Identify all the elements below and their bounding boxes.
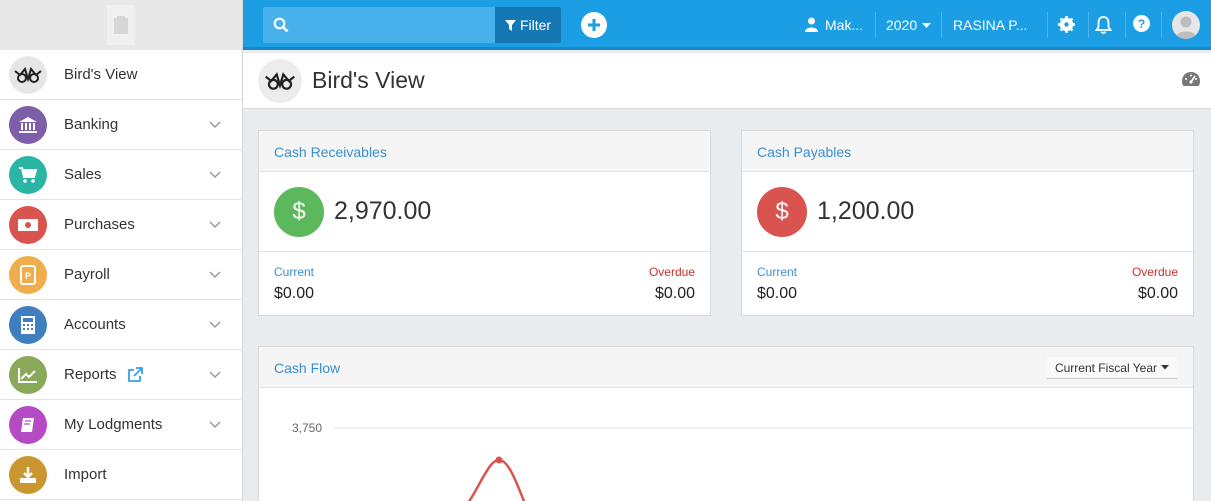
sidebar-item-label: Purchases: [64, 216, 135, 233]
sidebar-item-birds-view[interactable]: Bird's View: [0, 50, 242, 100]
bell-icon[interactable]: [1095, 16, 1112, 34]
money-icon: [9, 205, 47, 244]
chart-icon: [9, 355, 47, 394]
gear-icon[interactable]: [1058, 16, 1075, 33]
cash-receivables-card: Cash Receivables $ 2,970.00 Current Over…: [258, 130, 711, 316]
svg-text:?: ?: [1138, 17, 1145, 31]
sidebar-item-accounts[interactable]: Accounts: [0, 300, 242, 350]
cash-flow-chart: 3,750: [292, 421, 1195, 501]
sidebar-item-label: My Lodgments: [64, 416, 163, 433]
help-icon[interactable]: ?: [1133, 15, 1150, 32]
sidebar-item-my-lodgments[interactable]: My Lodgments: [0, 400, 242, 450]
page-title: Bird's View: [312, 67, 425, 93]
y-tick-label: 3,750: [292, 421, 322, 435]
company-logo-icon: [107, 5, 135, 45]
series-line: [467, 458, 526, 501]
current-label: Current: [757, 265, 798, 279]
sidebar-item-banking[interactable]: Banking: [0, 100, 242, 150]
chevron-down-icon[interactable]: [208, 217, 222, 231]
sidebar-item-import[interactable]: Import: [0, 450, 242, 500]
overdue-value: $0.00: [1137, 285, 1178, 302]
owl-logo-icon: [258, 59, 302, 103]
sidebar-item-sales[interactable]: Sales: [0, 150, 242, 200]
year-selector[interactable]: 2020: [886, 17, 917, 33]
calculator-icon: [9, 305, 47, 344]
add-button[interactable]: [581, 12, 607, 38]
card-title[interactable]: Cash Payables: [742, 131, 1193, 172]
avatar[interactable]: [1172, 11, 1200, 39]
divider: [875, 12, 876, 38]
dashboard-icon[interactable]: [1181, 71, 1201, 87]
cash-flow-card: Cash Flow Current Fiscal Year 3,750: [258, 346, 1195, 501]
overdue-value: $0.00: [654, 285, 695, 302]
user-name[interactable]: Mak...: [825, 17, 863, 33]
page-header: Bird's View: [243, 53, 1211, 109]
sidebar-item-label: Sales: [64, 166, 102, 183]
logo-area: [0, 0, 242, 50]
filter-button[interactable]: Filter: [495, 7, 561, 43]
sidebar-item-payroll[interactable]: P Payroll: [0, 250, 242, 300]
chevron-down-icon[interactable]: [208, 417, 222, 431]
chevron-down-icon[interactable]: [208, 167, 222, 181]
svg-text:P: P: [25, 271, 31, 281]
current-label: Current: [274, 265, 315, 279]
filter-label: Filter: [519, 17, 552, 33]
chevron-down-icon[interactable]: [208, 317, 222, 331]
current-value: $0.00: [757, 285, 798, 302]
receivables-amount: 2,970.00: [334, 197, 432, 225]
owl-logo-icon: [9, 55, 47, 94]
amount-row: $ 2,970.00: [259, 172, 710, 252]
divider: [1161, 12, 1162, 38]
book-icon: [9, 405, 47, 444]
chevron-down-icon[interactable]: [208, 367, 222, 381]
sidebar-item-label: Reports: [64, 366, 117, 383]
cash-payables-card: Cash Payables $ 1,200.00 Current Overdue…: [741, 130, 1194, 316]
chevron-down-icon[interactable]: [208, 117, 222, 131]
divider: [941, 12, 942, 38]
data-point[interactable]: [495, 456, 503, 464]
top-bar: Filter Mak... 2020 RASINA P... ?: [243, 0, 1211, 50]
sidebar-item-label: Accounts: [64, 316, 126, 333]
company-selector[interactable]: RASINA P...: [953, 17, 1027, 33]
external-link-icon[interactable]: [127, 366, 143, 383]
download-icon: [9, 455, 47, 494]
fiscal-year-dropdown[interactable]: Current Fiscal Year: [1046, 357, 1177, 379]
card-footer: Current Overdue $0.00 $0.00: [742, 252, 1193, 312]
bank-icon: [9, 105, 47, 144]
sidebar-item-label: Bird's View: [64, 66, 138, 83]
plus-icon: [588, 19, 600, 31]
card-title[interactable]: Cash Receivables: [259, 131, 710, 172]
overdue-label: Overdue: [648, 265, 695, 279]
sidebar: Bird's View Banking Sales Purchases P Pa…: [0, 0, 243, 501]
sidebar-item-label: Payroll: [64, 266, 110, 283]
sidebar-item-reports[interactable]: Reports: [0, 350, 242, 400]
payroll-icon: P: [9, 255, 47, 294]
current-value: $0.00: [274, 285, 315, 302]
overdue-label: Overdue: [1131, 265, 1178, 279]
fiscal-year-label: Current Fiscal Year: [1054, 360, 1157, 375]
dollar-icon: $: [757, 186, 807, 237]
sidebar-item-purchases[interactable]: Purchases: [0, 200, 242, 250]
search-input[interactable]: [263, 7, 495, 43]
divider: [1125, 12, 1126, 38]
amount-row: $ 1,200.00: [742, 172, 1193, 252]
divider: [1047, 12, 1048, 38]
caret-down-icon: [1161, 365, 1169, 370]
divider: [1088, 12, 1089, 38]
user-icon: [805, 17, 818, 32]
dollar-icon: $: [274, 186, 324, 237]
sidebar-item-label: Banking: [64, 116, 119, 133]
cart-icon: [9, 155, 47, 194]
filter-icon: [504, 19, 516, 31]
caret-down-icon[interactable]: [922, 23, 931, 29]
payables-amount: 1,200.00: [817, 197, 915, 225]
search-icon: [273, 17, 289, 33]
sidebar-item-label: Import: [64, 466, 107, 483]
card-footer: Current Overdue $0.00 $0.00: [259, 252, 710, 312]
chevron-down-icon[interactable]: [208, 267, 222, 281]
